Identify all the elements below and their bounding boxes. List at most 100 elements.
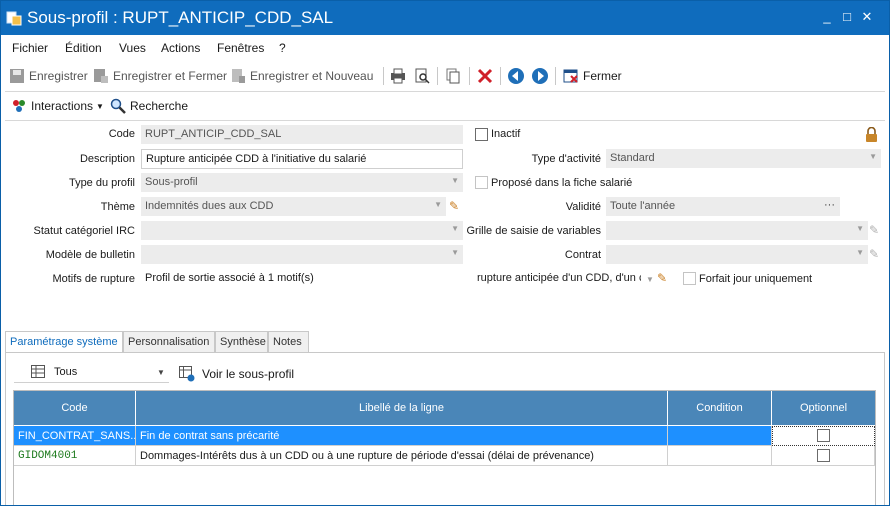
edit-pencil-icon[interactable]: ✎: [449, 199, 459, 213]
search-button[interactable]: Recherche: [110, 97, 188, 115]
save-icon: [10, 69, 24, 83]
save-new-icon: [232, 69, 245, 83]
activity-type-label: Type d'activité: [531, 153, 601, 165]
close-window-button[interactable]: ✕: [859, 9, 875, 25]
profile-type-select[interactable]: Sous-profil ▼: [141, 173, 463, 192]
edit-pencil-icon[interactable]: ✎: [657, 271, 667, 285]
grid-header-optional[interactable]: Optionnel: [772, 391, 875, 425]
description-label: Description: [79, 153, 135, 165]
profile-type-value: Sous-profil: [145, 176, 198, 188]
row-label-cell[interactable]: Dommages-Intérêts dus à un CDD ou à une …: [136, 446, 668, 466]
code-label: Code: [108, 128, 135, 140]
motif-select[interactable]: rupture anticipée d'un CDD, d'un c: [473, 269, 641, 288]
activity-type-select[interactable]: Standard ▼: [606, 149, 881, 168]
chevron-down-icon: ▼: [856, 224, 864, 233]
save-new-label: Enregistrer et Nouveau: [250, 69, 374, 83]
chevron-down-icon: ▼: [451, 176, 459, 185]
chevron-down-icon: ▼: [157, 368, 165, 377]
previous-icon[interactable]: [507, 67, 525, 85]
proposed-label: Proposé dans la fiche salarié: [491, 177, 633, 189]
save-close-button[interactable]: Enregistrer et Fermer: [93, 67, 227, 85]
menu-edition[interactable]: Édition: [65, 41, 102, 55]
tab-parametrage[interactable]: Paramétrage système: [5, 331, 123, 354]
chevron-down-icon: ▼: [451, 248, 459, 257]
inactive-checkbox[interactable]: [475, 128, 488, 141]
grid-header-condition[interactable]: Condition: [668, 391, 772, 425]
profile-type-label: Type du profil: [68, 177, 135, 189]
title-bar: Sous-profil : RUPT_ANTICIP_CDD_SAL _ □ ✕: [1, 1, 889, 35]
theme-value: Indemnités dues aux CDD: [145, 200, 274, 212]
chevron-down-icon: ▼: [856, 248, 864, 257]
interactions-icon: [13, 100, 25, 112]
contract-select[interactable]: ▼: [606, 245, 868, 264]
bulletin-model-select[interactable]: ▼: [141, 245, 463, 264]
optional-checkbox[interactable]: [817, 449, 830, 462]
lock-icon: [866, 127, 877, 142]
filter-value: Tous: [54, 366, 78, 378]
window-title: Sous-profil : RUPT_ANTICIP_CDD_SAL: [27, 8, 334, 27]
view-subprofile-label: Voir le sous-profil: [202, 367, 295, 381]
ellipsis-button[interactable]: ···: [824, 199, 835, 211]
save-new-button[interactable]: Enregistrer et Nouveau: [230, 67, 373, 85]
chevron-down-icon[interactable]: ▼: [646, 275, 654, 284]
app-icon: [6, 11, 22, 26]
forfait-checkbox[interactable]: [683, 272, 696, 285]
row-condition-cell[interactable]: [668, 426, 772, 446]
menu-fichier[interactable]: Fichier: [12, 41, 48, 55]
minimize-button[interactable]: _: [819, 9, 835, 24]
irc-select[interactable]: ▼: [141, 221, 463, 240]
search-label: Recherche: [130, 99, 189, 113]
description-field[interactable]: Rupture anticipée CDD à l'initiative du …: [141, 149, 463, 169]
menu-fenetres[interactable]: Fenêtres: [217, 41, 264, 55]
save-label: Enregistrer: [29, 69, 88, 83]
row-code-cell[interactable]: FIN_CONTRAT_SANS...: [14, 426, 136, 446]
forfait-label: Forfait jour uniquement: [699, 273, 813, 285]
table-icon: [31, 365, 45, 378]
copy-icon[interactable]: [445, 68, 461, 84]
toolbar-separator: [555, 67, 556, 85]
subprofile-icon: [179, 366, 195, 382]
menu-bar: Fichier Édition Vues Actions Fenêtres ?: [1, 35, 889, 59]
interactions-button[interactable]: Interactions ▼: [11, 97, 104, 115]
row-code-cell[interactable]: GIDOM4001: [14, 446, 136, 466]
motifs-label: Motifs de rupture: [52, 273, 135, 285]
delete-icon[interactable]: [477, 68, 493, 84]
proposed-checkbox[interactable]: [475, 176, 488, 189]
view-subprofile-button[interactable]: Voir le sous-profil: [179, 365, 294, 383]
main-toolbar: Enregistrer Enregistrer et Fermer Enregi…: [1, 61, 889, 89]
save-close-icon: [94, 69, 108, 83]
print-icon[interactable]: [390, 68, 406, 84]
validity-field[interactable]: Toute l'année ···: [606, 197, 840, 216]
tab-synthese[interactable]: Synthèse: [215, 331, 268, 353]
theme-label: Thème: [100, 201, 135, 213]
activity-type-value: Standard: [610, 152, 655, 164]
code-field[interactable]: RUPT_ANTICIP_CDD_SAL: [141, 125, 463, 144]
menu-actions[interactable]: Actions: [161, 41, 200, 55]
irc-label: Statut catégoriel IRC: [33, 225, 136, 237]
save-button[interactable]: Enregistrer: [9, 67, 88, 85]
interactions-label: Interactions: [31, 99, 94, 113]
grid-header-label[interactable]: Libellé de la ligne: [136, 391, 668, 425]
grid-header-code[interactable]: Code: [14, 391, 136, 425]
main-window: Sous-profil : RUPT_ANTICIP_CDD_SAL _ □ ✕…: [0, 0, 890, 506]
maximize-button[interactable]: □: [839, 9, 855, 24]
print-preview-icon[interactable]: [414, 68, 430, 84]
close-doc-icon: [563, 69, 578, 83]
optional-checkbox[interactable]: [817, 429, 830, 442]
next-icon[interactable]: [531, 67, 549, 85]
menu-help[interactable]: ?: [279, 41, 286, 55]
chevron-down-icon: ▼: [96, 101, 104, 111]
tab-personnalisation[interactable]: Personnalisation: [123, 331, 215, 353]
row-condition-cell[interactable]: [668, 446, 772, 466]
chevron-down-icon: ▼: [451, 224, 459, 233]
variables-grid-select[interactable]: ▼: [606, 221, 868, 240]
tab-strip: Paramétrage système Personnalisation Syn…: [5, 331, 885, 354]
row-label-cell[interactable]: Fin de contrat sans précarité: [136, 426, 668, 446]
close-button[interactable]: Fermer: [563, 67, 622, 85]
tab-notes[interactable]: Notes: [268, 331, 309, 353]
theme-select[interactable]: Indemnités dues aux CDD ▼: [141, 197, 446, 216]
filter-select[interactable]: Tous ▼: [14, 361, 169, 383]
bulletin-model-label: Modèle de bulletin: [45, 249, 135, 261]
menu-vues[interactable]: Vues: [119, 41, 146, 55]
toolbar-separator: [383, 67, 384, 85]
